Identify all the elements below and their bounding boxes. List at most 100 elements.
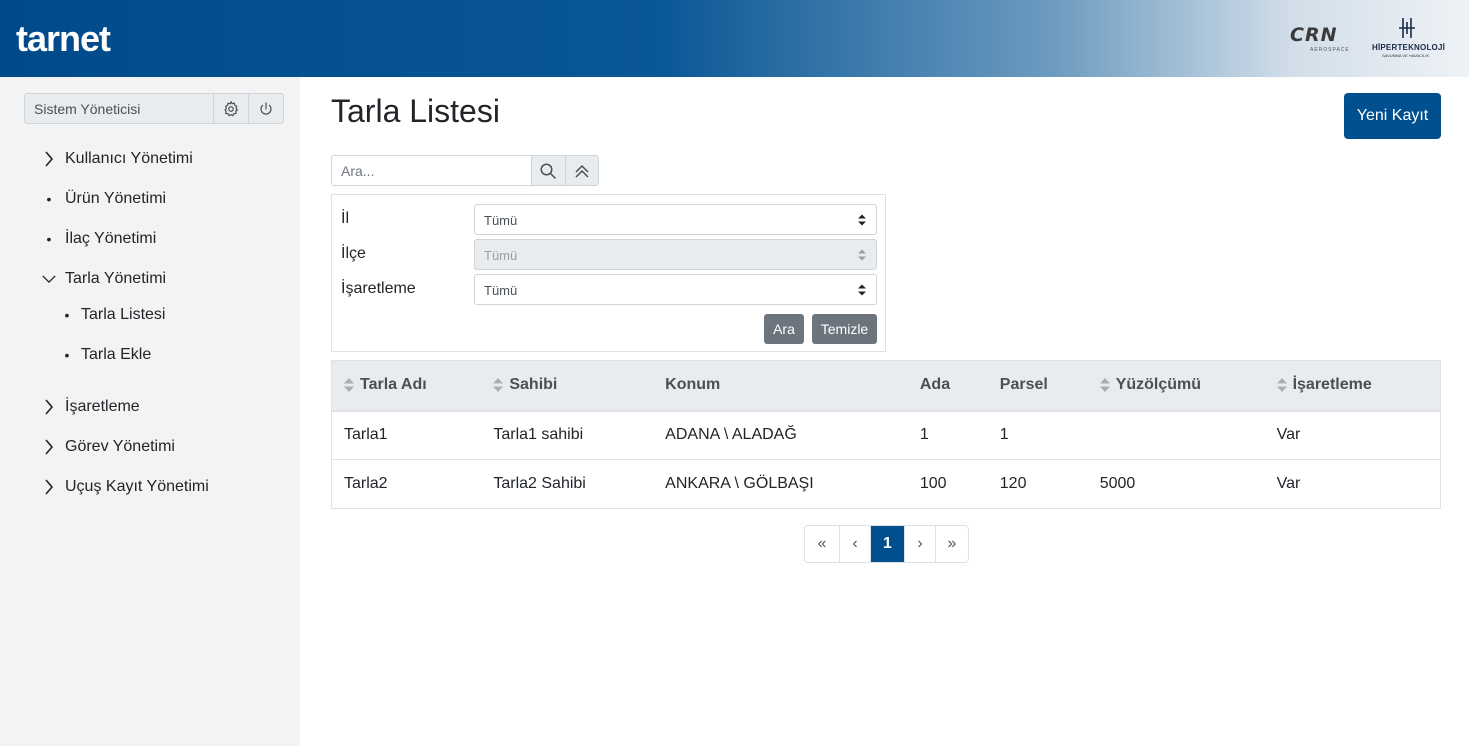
column-header-label: Tarla Adı: [360, 376, 427, 394]
bullet-icon: •: [64, 347, 70, 363]
sidebar-item-label: İlaç Yönetimi: [65, 230, 157, 247]
new-record-button[interactable]: Yeni Kayıt: [1344, 93, 1441, 139]
sidebar-item-tarla-ekle[interactable]: • Tarla Ekle: [0, 331, 300, 379]
pagination: « ‹ 1 › »: [804, 525, 969, 563]
filter-search-button[interactable]: Ara: [764, 314, 804, 344]
gear-icon: [224, 100, 239, 116]
pagination-page-current[interactable]: 1: [870, 526, 904, 562]
cell-yuzolcumu: 5000: [1087, 459, 1265, 509]
column-header-label: Sahibi: [509, 376, 558, 394]
sort-icon: [1099, 378, 1110, 393]
search-group: [331, 155, 599, 186]
cell-yuzolcumu: [1087, 410, 1265, 460]
brand-logo[interactable]: tarnet: [16, 18, 111, 60]
sort-icon: [1276, 378, 1287, 393]
cell-sahibi: Tarla1 sahibi: [481, 410, 654, 460]
column-header-yuzolcumu[interactable]: Yüzölçümü: [1087, 360, 1265, 412]
cell-konum: ADANA \ ALADAĞ: [653, 410, 908, 460]
pagination-first[interactable]: «: [805, 526, 839, 562]
chevron-right-icon: [42, 399, 56, 415]
cell-konum: ANKARA \ GÖLBAŞI: [653, 459, 908, 509]
crn-logo-text: CRN: [1290, 24, 1338, 46]
column-header-label: Ada: [919, 376, 951, 394]
column-header-label: Konum: [665, 376, 721, 394]
ilce-label: İlçe: [341, 245, 366, 262]
column-header-label: Parsel: [999, 376, 1048, 394]
power-icon: [260, 101, 272, 115]
crn-logo: CRN AEROSPACE: [1290, 24, 1352, 54]
cell-isaretleme: Var: [1264, 459, 1441, 509]
isaretleme-select-value: Tümü: [484, 283, 518, 298]
sidebar-item-label: Görev Yönetimi: [65, 438, 175, 455]
hiperteknoloji-emblem-icon: [1399, 18, 1415, 38]
il-select[interactable]: Tümü: [474, 204, 877, 235]
sidebar-nav: Kullanıcı Yönetimi • Ürün Yönetimi • İla…: [0, 139, 300, 507]
collapse-filters-button[interactable]: [564, 156, 598, 185]
sidebar-item-label: Tarla Yönetimi: [65, 270, 167, 287]
hiperteknoloji-logo-sub: SAVUNMA VE HAVACILIK: [1382, 53, 1430, 58]
pagination-prev[interactable]: ‹: [839, 526, 870, 562]
sidebar-item-label: İşaretleme: [65, 398, 140, 415]
cell-tarla-adi: Tarla2: [331, 459, 482, 509]
ilce-select[interactable]: Tümü: [474, 239, 877, 270]
column-header-sahibi[interactable]: Sahibi: [481, 360, 654, 412]
sidebar-item-label: Uçuş Kayıt Yönetimi: [65, 478, 209, 495]
filter-clear-button[interactable]: Temizle: [812, 314, 877, 344]
top-header: tarnet CRN AEROSPACE HİPERTEKNOLOJİ SAVU…: [0, 0, 1469, 77]
search-button[interactable]: [531, 156, 565, 185]
sidebar-item-label: Tarla Listesi: [81, 306, 166, 323]
select-caret-icon: [858, 249, 866, 261]
table-header-row: Tarla Adı Sahibi Konum Ada Parsel Yüzölç…: [331, 360, 1441, 412]
select-caret-icon: [858, 214, 866, 226]
bullet-icon: •: [46, 191, 52, 207]
sort-icon: [344, 378, 354, 393]
ilce-select-value: Tümü: [484, 248, 518, 263]
table-row[interactable]: Tarla1 Tarla1 sahibi ADANA \ ALADAĞ 1 1 …: [331, 410, 1441, 460]
column-header-ada: Ada: [907, 360, 988, 412]
cell-ada: 1: [907, 410, 988, 460]
search-input[interactable]: [332, 156, 531, 185]
sidebar: Sistem Yöneticisi Kullanıcı Yönetimi • Ü…: [0, 77, 300, 746]
cell-ada: 100: [907, 459, 988, 509]
sidebar-item-label: Kullanıcı Yönetimi: [65, 150, 193, 167]
sidebar-item-gorev-yonetimi[interactable]: Görev Yönetimi: [0, 427, 300, 467]
isaretleme-select[interactable]: Tümü: [474, 274, 877, 305]
bullet-icon: •: [64, 307, 70, 323]
pagination-last[interactable]: »: [935, 526, 968, 562]
user-name: Sistem Yöneticisi: [34, 101, 141, 117]
cell-parsel: 120: [987, 459, 1088, 509]
sort-icon: [493, 378, 504, 393]
column-header-isaretleme[interactable]: İşaretleme: [1264, 360, 1441, 412]
sidebar-item-isaretleme[interactable]: İşaretleme: [0, 387, 300, 427]
column-header-parsel: Parsel: [987, 360, 1088, 412]
column-header-tarla-adi[interactable]: Tarla Adı: [331, 360, 482, 412]
double-chevron-up-icon: [575, 164, 589, 178]
table-row[interactable]: Tarla2 Tarla2 Sahibi ANKARA \ GÖLBAŞI 10…: [331, 459, 1441, 509]
chevron-right-icon: [42, 479, 56, 495]
cell-sahibi: Tarla2 Sahibi: [481, 459, 654, 509]
search-icon: [540, 163, 557, 179]
sidebar-item-kullanici-yonetimi[interactable]: Kullanıcı Yönetimi: [0, 139, 300, 179]
il-label: İl: [341, 210, 349, 227]
pagination-next[interactable]: ›: [904, 526, 935, 562]
sidebar-item-label: Ürün Yönetimi: [65, 190, 167, 207]
cell-parsel: 1: [987, 410, 1088, 460]
hiperteknoloji-logo: HİPERTEKNOLOJİ SAVUNMA VE HAVACILIK: [1370, 16, 1445, 60]
sidebar-item-label: Tarla Ekle: [81, 346, 152, 363]
sidebar-item-ilac-yonetimi[interactable]: • İlaç Yönetimi: [0, 219, 300, 259]
sidebar-item-urun-yonetimi[interactable]: • Ürün Yönetimi: [0, 179, 300, 219]
column-header-label: Yüzölçümü: [1115, 376, 1202, 394]
sidebar-item-tarla-yonetimi[interactable]: Tarla Yönetimi: [0, 259, 300, 299]
user-box: Sistem Yöneticisi: [24, 93, 284, 124]
sidebar-item-ucus-kayit-yonetimi[interactable]: Uçuş Kayıt Yönetimi: [0, 467, 300, 507]
settings-button[interactable]: [213, 94, 248, 123]
chevron-down-icon: [42, 274, 56, 284]
select-caret-icon: [858, 284, 866, 296]
sidebar-item-tarla-listesi[interactable]: • Tarla Listesi: [0, 299, 300, 331]
filter-panel: İl Tümü İlçe Tümü İşaretleme Tümü Ara Te…: [331, 194, 886, 352]
tarla-table: Tarla Adı Sahibi Konum Ada Parsel Yüzölç…: [331, 360, 1441, 509]
bullet-icon: •: [46, 231, 52, 247]
isaretleme-label: İşaretleme: [341, 280, 416, 297]
crn-logo-sub: AEROSPACE: [1310, 47, 1350, 53]
logout-button[interactable]: [248, 94, 283, 123]
